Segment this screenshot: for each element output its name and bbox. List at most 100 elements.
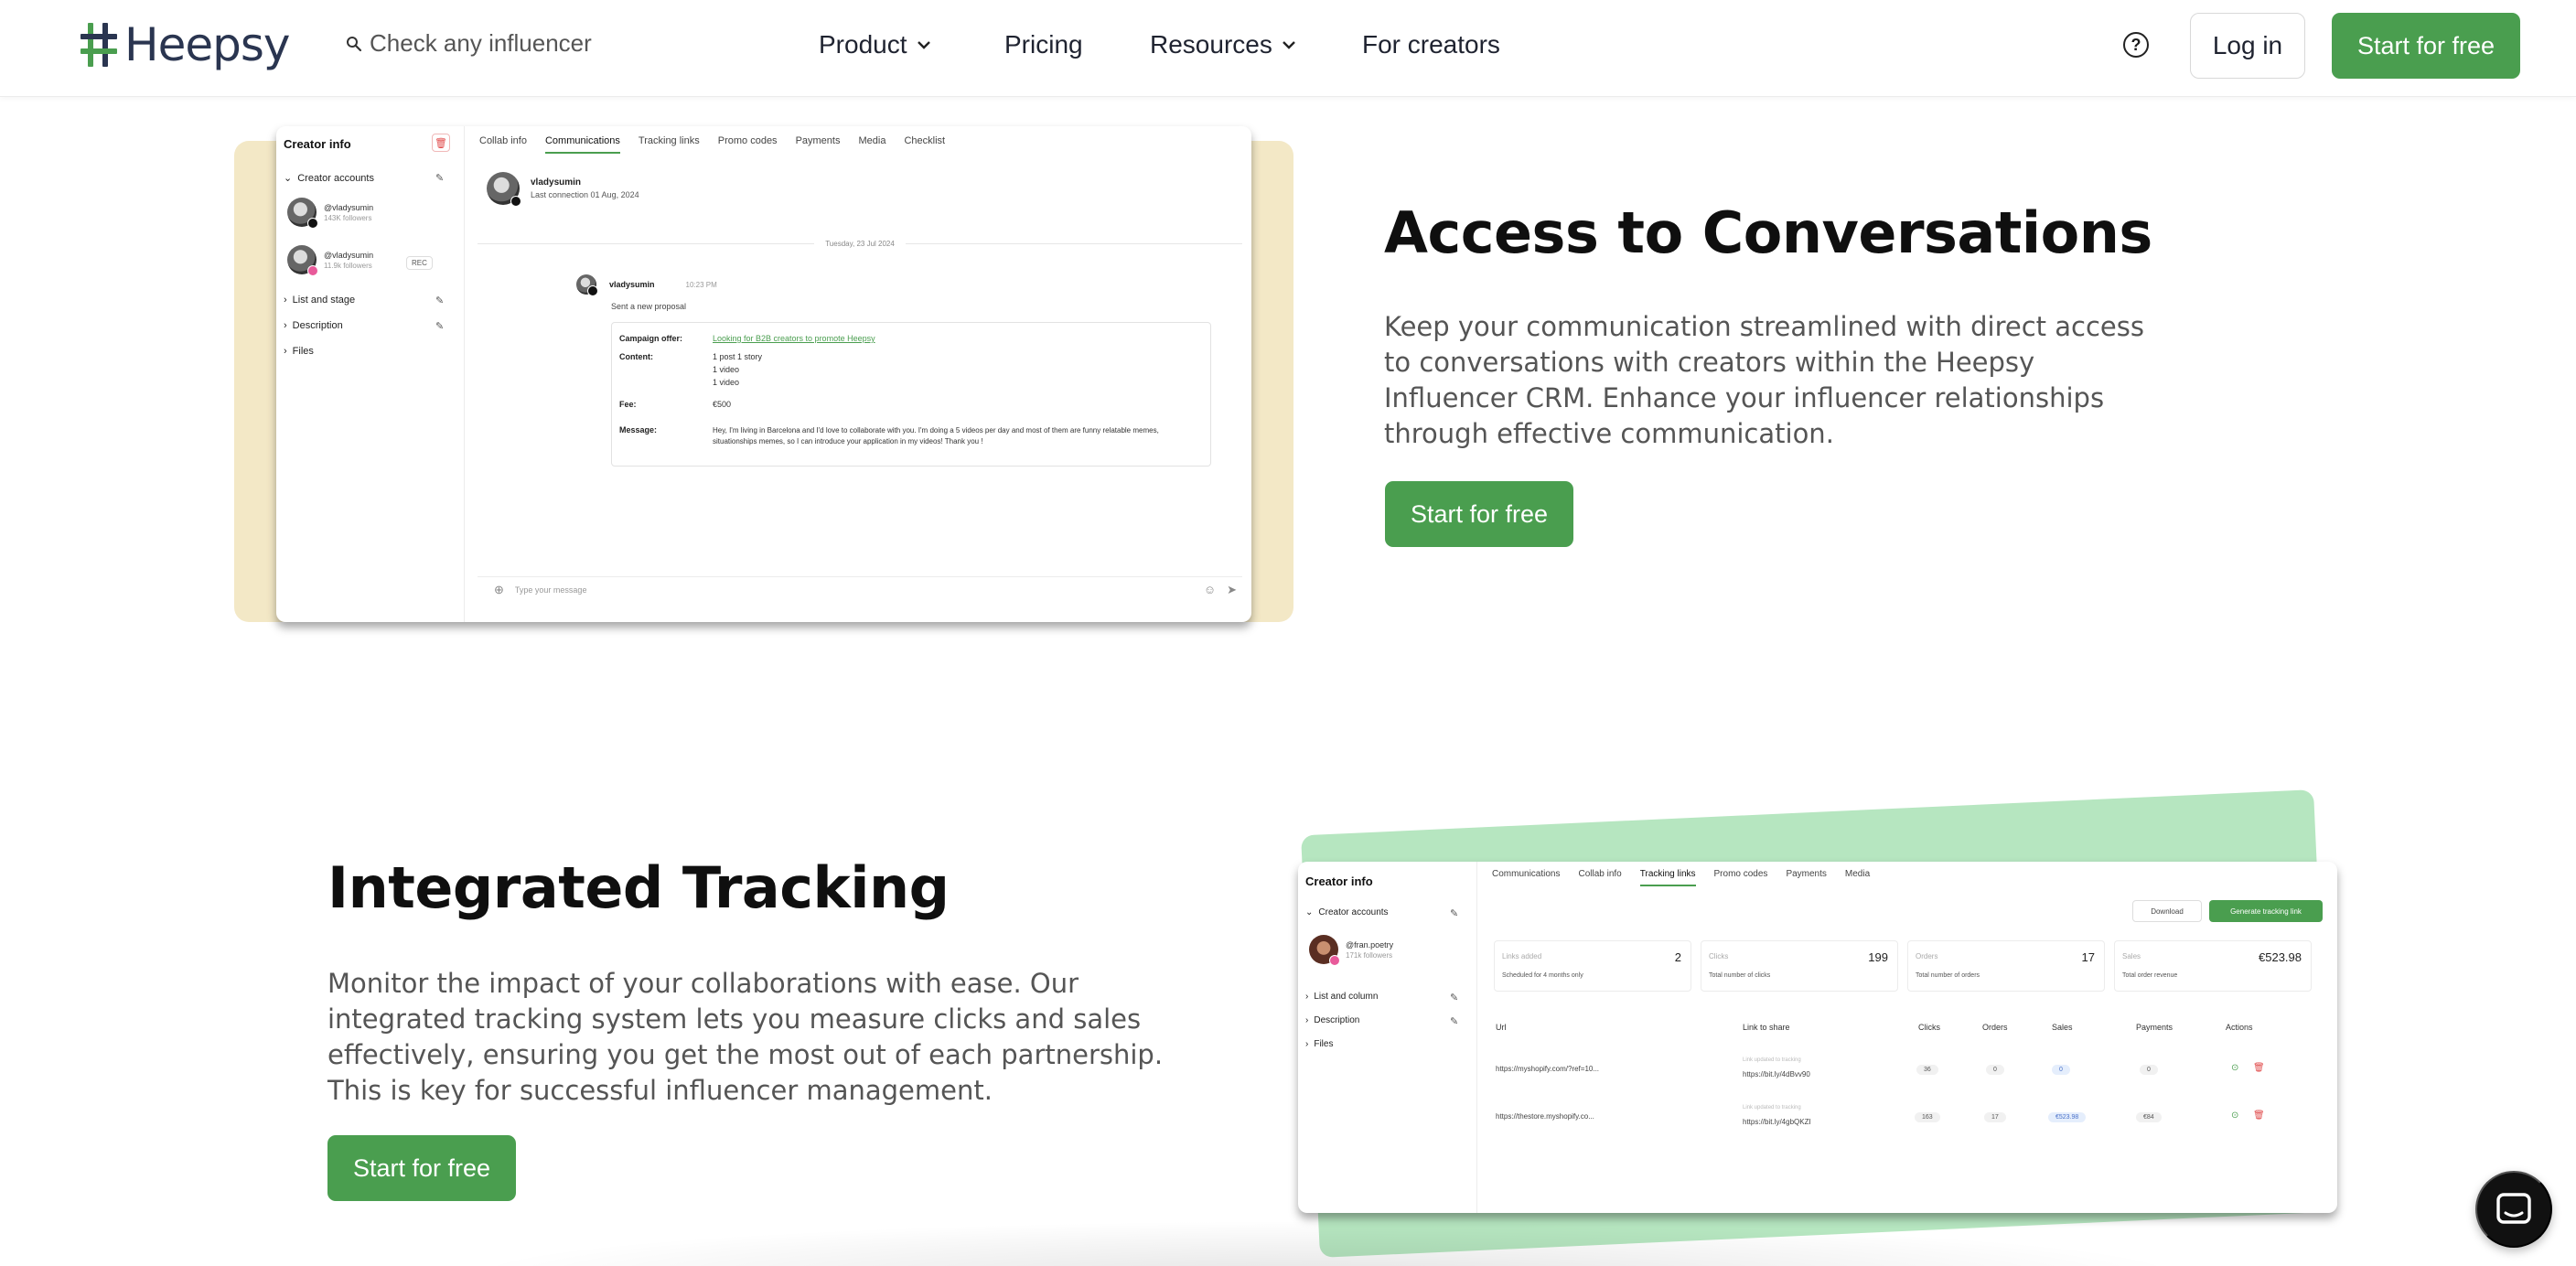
fee-value: €500 — [713, 400, 732, 409]
table-cell-sales: 0 — [2052, 1065, 2070, 1075]
creator-account: @vladysumin 143K followers — [287, 198, 374, 229]
heepsy-logo-icon — [80, 23, 117, 67]
trash-icon: 🗑 — [432, 134, 450, 152]
nav-product-label: Product — [819, 30, 907, 59]
tab-communications: Communications — [1492, 869, 1561, 879]
creator-tabs: Communications Collab info Tracking link… — [1492, 869, 1870, 886]
edit-icon: ✎ — [435, 321, 445, 332]
bottom-shadow — [457, 1220, 2195, 1266]
page: Heepsy Product Pricing Resources For cre… — [0, 0, 2576, 1266]
chat-header: vladysumin Last connection 01 Aug, 2024 — [487, 172, 639, 207]
tab-media: Media — [858, 135, 886, 146]
avatar — [287, 245, 318, 276]
chat-bubble-icon — [2496, 1193, 2531, 1224]
creator-info-sidebar: Creator info 🗑 ⌄ Creator accounts ✎ @vla… — [276, 126, 465, 622]
content-item: 1 video — [713, 365, 740, 374]
tab-media: Media — [1844, 869, 1871, 879]
content-item: 1 post 1 story — [713, 352, 763, 361]
message-header: vladysumin 10:23 PM — [576, 274, 717, 296]
support-chat-launcher[interactable] — [2475, 1171, 2552, 1248]
search-input[interactable] — [370, 29, 644, 58]
edit-icon: ✎ — [1450, 1016, 1459, 1027]
tracking-start-free-button[interactable]: Start for free — [327, 1135, 516, 1201]
table-cell-orders: 0 — [1986, 1065, 2004, 1075]
message-user: vladysumin — [609, 280, 655, 289]
generate-tracking-link-button: Generate tracking link — [2209, 900, 2323, 922]
table-cell-sales: €523.98 — [2048, 1112, 2087, 1122]
proposal-card: Campaign offer: Looking for B2B creators… — [611, 322, 1211, 467]
table-cell-clicks: 163 — [1915, 1112, 1940, 1122]
edit-icon: ✎ — [435, 173, 445, 184]
tracking-screenshot: Creator info ⌄ Creator accounts ✎ @fran.p… — [1298, 862, 2337, 1213]
campaign-link: Looking for B2B creators to promote Heep… — [713, 334, 875, 343]
tab-collab-info: Collab info — [1578, 869, 1622, 879]
edit-icon: ⊙ — [2231, 1063, 2239, 1073]
table-cell-url: https://myshopify.com/?ref=10... — [1496, 1065, 1600, 1073]
help-icon[interactable]: ? — [2123, 32, 2149, 58]
column-header: Sales — [2052, 1023, 2073, 1032]
sidebar-section: › Description — [1305, 1015, 1360, 1025]
creator-account: @fran.poetry 171k followers — [1309, 935, 1393, 966]
nav-for-creators[interactable]: For creators — [1362, 30, 1500, 59]
nav-product[interactable]: Product — [819, 30, 931, 59]
nav-pricing[interactable]: Pricing — [1004, 30, 1083, 59]
login-button[interactable]: Log in — [2190, 13, 2305, 79]
conversations-start-free-button[interactable]: Start for free — [1385, 481, 1573, 547]
campaign-label: Campaign offer: — [619, 334, 683, 343]
download-button: Download — [2132, 900, 2202, 922]
influencer-search — [346, 29, 644, 58]
sidebar-section: › Files — [1305, 1039, 1334, 1049]
message-composer: ⊕ ☺ ➤ — [478, 576, 1242, 602]
table-cell-share: https://bit.ly/4gbQKZI — [1743, 1118, 1811, 1126]
table-cell-share: https://bit.ly/4dBvv90 — [1743, 1070, 1810, 1078]
emoji-icon: ☺ — [1203, 583, 1217, 596]
message-input — [514, 585, 1193, 595]
chevron-down-icon: ⌄ — [284, 173, 293, 184]
edit-icon: ✎ — [1450, 992, 1459, 1003]
search-icon — [347, 36, 362, 51]
tab-tracking-links: Tracking links — [638, 135, 700, 146]
sidebar-section: › Files — [284, 346, 314, 357]
stat-card: Clicks Total number of clicks 199 — [1701, 940, 1898, 992]
table-cell-share-label: Link updated to tracking — [1743, 1105, 1801, 1110]
top-navigation: Heepsy Product Pricing Resources For cre… — [0, 0, 2576, 97]
message-body: Hey, I'm living in Barcelona and I'd lov… — [713, 426, 1159, 445]
column-header: Orders — [1982, 1023, 2008, 1032]
add-icon: ⊕ — [494, 582, 504, 596]
creator-accounts-header: ⌄ Creator accounts — [1305, 907, 1389, 917]
edit-icon: ⊙ — [2231, 1110, 2239, 1121]
last-connection: Last connection 01 Aug, 2024 — [531, 190, 639, 199]
message-subtitle: Sent a new proposal — [611, 302, 687, 311]
account-handle: @vladysumin — [324, 202, 374, 212]
creator-accounts-header: ⌄ Creator accounts — [284, 172, 374, 185]
creator-info-sidebar: Creator info ⌄ Creator accounts ✎ @fran.p… — [1298, 862, 1477, 1213]
tab-promo-codes: Promo codes — [717, 135, 778, 146]
date-separator: Tuesday, 23 Jul 2024 — [478, 238, 1242, 249]
table-cell-share-label: Link updated to tracking — [1743, 1057, 1801, 1063]
stat-card: Orders Total number of orders 17 — [1907, 940, 2105, 992]
tab-checklist: Checklist — [904, 135, 946, 146]
tab-payments: Payments — [1786, 869, 1827, 879]
table-cell-orders: 17 — [1984, 1112, 2006, 1122]
column-header: Clicks — [1918, 1023, 1940, 1032]
heepsy-logo[interactable]: Heepsy — [79, 18, 290, 71]
trash-icon: 🗑 — [2253, 1063, 2265, 1073]
table-cell-url: https://thestore.myshopify.co... — [1496, 1112, 1594, 1121]
message-time: 10:23 PM — [685, 280, 717, 289]
tab-tracking-links: Tracking links — [1639, 869, 1696, 886]
column-header: Link to share — [1743, 1023, 1790, 1032]
tab-communications: Communications — [544, 135, 620, 154]
sidebar-section: › Description — [284, 320, 343, 331]
creator-accounts-label: Creator accounts — [297, 172, 374, 184]
nav-resources[interactable]: Resources — [1150, 30, 1296, 59]
tab-payments: Payments — [795, 135, 841, 146]
content-item: 1 video — [713, 378, 740, 387]
brand-name: Heepsy — [124, 18, 290, 71]
tracking-heading: Integrated Tracking — [327, 854, 950, 921]
stat-card: Links added Scheduled for 4 months only … — [1494, 940, 1691, 992]
column-header: Actions — [2226, 1023, 2253, 1032]
column-header: Payments — [2136, 1023, 2174, 1032]
chevron-down-icon — [917, 41, 930, 49]
tab-collab-info: Collab info — [479, 135, 527, 146]
nav-start-free-button[interactable]: Start for free — [2332, 13, 2520, 79]
